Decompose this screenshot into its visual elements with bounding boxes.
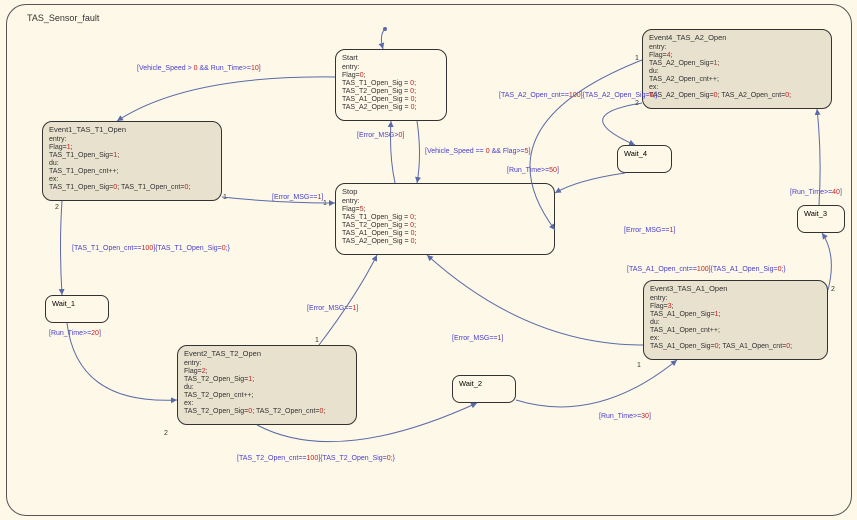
priority: 1 [323,200,327,207]
state-event3-name: Event3_TAS_A1_Open [650,285,821,294]
state-line: TAS_T2_Open_Sig = 0; [342,222,548,230]
trans-wait2-ev3: [Run_Time>=30] [599,413,651,420]
state-line: TAS_A1_Open_Sig=0; TAS_A1_Open_cnt=0; [650,343,821,351]
priority: 1 [223,194,227,201]
state-line: TAS_T1_Open_cnt++; [49,168,215,176]
state-event1-name: Event1_TAS_T1_Open [49,126,215,135]
state-line: ex: [650,335,821,343]
state-line: ex: [649,84,825,92]
state-line: ex: [49,176,215,184]
state-event4-name: Event4_TAS_A2_Open [649,34,825,43]
state-line: TAS_T2_Open_Sig=1; [184,376,350,384]
state-line: TAS_T1_Open_Sig=1; [49,152,215,160]
priority: 1 [637,362,641,369]
state-line: du: [49,160,215,168]
trans-ev4-stop: [Error_MSG==1] [624,227,675,234]
state-line: TAS_T1_Open_Sig=0; TAS_T1_Open_cnt=0; [49,184,215,192]
state-line: TAS_A2_Open_Sig = 0; [342,238,548,246]
trans-start-ev1: [Vehicle_Speed > 0 && Run_Time>=10] [137,65,261,72]
state-line: Flag=2; [184,368,350,376]
state-line: TAS_A2_Open_cnt++; [649,76,825,84]
state-line: entry: [49,136,215,144]
state-line: TAS_A2_Open_Sig = 0; [342,104,440,112]
trans-stop-start: [Error_MSG>0] [357,132,404,139]
state-line: TAS_A1_Open_cnt++; [650,327,821,335]
chart-title: TAS_Sensor_fault [27,13,99,23]
state-line: entry: [342,64,440,72]
state-line: Flag=4; [649,52,825,60]
state-line: TAS_T2_Open_Sig = 0; [342,88,440,96]
state-line: Flag=5; [342,206,548,214]
state-line: TAS_A2_Open_Sig=0; TAS_A2_Open_cnt=0; [649,92,825,100]
state-start-name: Start [342,54,440,63]
state-line: Flag=3; [650,303,821,311]
statechart-root: TAS_Sensor_fault Start entry: Flag=0; TA… [6,4,852,516]
trans-ev2-wait2: [TAS_T2_Open_cnt==100]{TAS_T2_Open_Sig=0… [237,455,395,462]
state-event2[interactable]: Event2_TAS_T2_Open entry: Flag=2; TAS_T2… [177,345,357,425]
trans-ev2-stop: [Error_MSG==1] [307,305,358,312]
priority: 1 [315,337,319,344]
state-event2-name: Event2_TAS_T2_Open [184,350,350,359]
trans-ev3-wait3: [TAS_A1_Open_cnt==100]{TAS_A1_Open_Sig=0… [627,266,786,273]
state-line: entry: [650,295,821,303]
trans-ev1-wait1: [TAS_T1_Open_cnt==100]{TAS_T1_Open_Sig=0… [72,245,230,252]
priority: 2 [164,430,168,437]
state-line: entry: [649,44,825,52]
state-line: TAS_A1_Open_Sig = 0; [342,230,548,238]
state-line: TAS_A2_Open_Sig=1; [649,60,825,68]
state-line: du: [184,384,350,392]
trans-start-stop: [Vehicle_Speed == 0 && Flag>=5] [425,148,531,155]
state-line: TAS_A1_Open_Sig = 0; [342,96,440,104]
state-line: TAS_T1_Open_Sig = 0; [342,80,440,88]
priority: 1 [635,55,639,62]
state-line: entry: [184,360,350,368]
state-line: TAS_T2_Open_Sig=0; TAS_T2_Open_cnt=0; [184,408,350,416]
state-line: du: [650,319,821,327]
state-start[interactable]: Start entry: Flag=0; TAS_T1_Open_Sig = 0… [335,49,447,121]
state-wait3[interactable]: Wait_3 [797,205,845,233]
priority: 2 [55,204,59,211]
state-line: Flag=0; [342,72,440,80]
state-event4[interactable]: Event4_TAS_A2_Open entry: Flag=4; TAS_A2… [642,29,832,109]
state-wait1[interactable]: Wait_1 [45,295,109,323]
state-line: entry: [342,198,548,206]
state-line: du: [649,68,825,76]
priority: 2 [635,100,639,107]
state-line: TAS_T1_Open_Sig = 0; [342,214,548,222]
state-line: TAS_A1_Open_Sig=1; [650,311,821,319]
state-event1[interactable]: Event1_TAS_T1_Open entry: Flag=1; TAS_T1… [42,121,222,201]
state-wait4[interactable]: Wait_4 [617,145,672,173]
state-event3[interactable]: Event3_TAS_A1_Open entry: Flag=3; TAS_A1… [643,280,828,360]
state-line: TAS_T2_Open_cnt++; [184,392,350,400]
trans-ev1-stop: [Error_MSG==1] [272,194,323,201]
trans-wait3-ev4: [Run_Time>=40] [790,189,842,196]
state-stop[interactable]: Stop entry: Flag=5; TAS_T1_Open_Sig = 0;… [335,183,555,255]
state-stop-name: Stop [342,188,548,197]
trans-ev3-stop: [Error_MSG==1] [452,335,503,342]
state-line: ex: [184,400,350,408]
state-wait2[interactable]: Wait_2 [452,375,516,403]
priority: 2 [831,286,835,293]
trans-wait4-stop: [Run_Time>=50] [507,167,559,174]
trans-ev4-wait4: [TAS_A2_Open_cnt==100]{TAS_A2_Open_Sig=0… [499,92,658,99]
trans-wait1-ev2: [Run_Time>=20] [49,330,101,337]
state-line: Flag=1; [49,144,215,152]
